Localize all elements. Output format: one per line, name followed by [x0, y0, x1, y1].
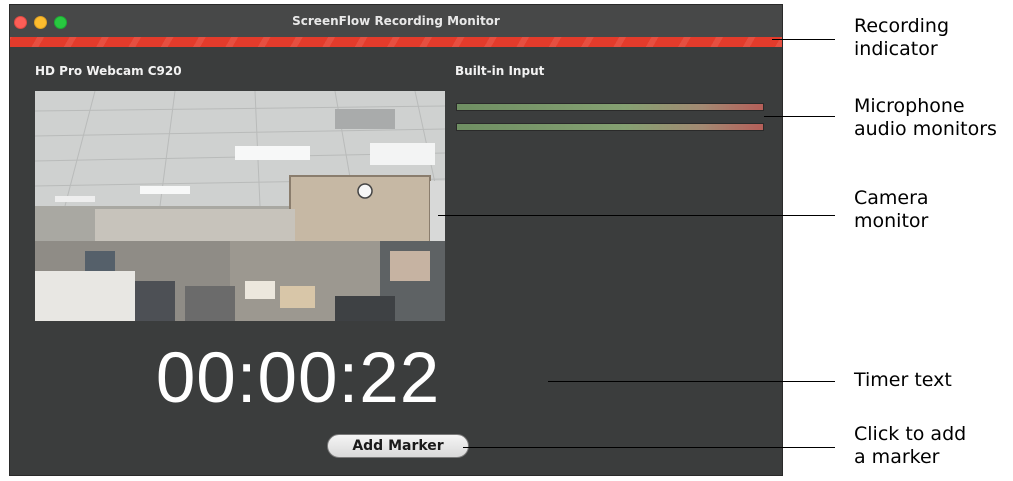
callout-text: Timer text — [854, 369, 952, 391]
callout-text: Recording — [854, 15, 950, 37]
audio-level-meter-left — [456, 103, 764, 111]
recording-monitor-window: ScreenFlow Recording Monitor HD Pro Webc… — [9, 4, 783, 476]
camera-monitor — [35, 91, 445, 321]
recording-indicator-bar — [10, 37, 782, 47]
audio-level-meter-right — [456, 123, 764, 131]
camera-feed-image — [35, 91, 445, 321]
callout-line-marker — [463, 447, 835, 448]
callout-text: Microphone — [854, 95, 965, 117]
callout-line-camera — [438, 215, 835, 216]
audio-input-label: Built-in Input — [455, 64, 545, 78]
title-bar[interactable]: ScreenFlow Recording Monitor — [10, 5, 782, 37]
callout-timer-text: Timer text — [854, 369, 952, 392]
callout-recording-indicator: Recording indicator — [854, 15, 949, 61]
camera-source-label: HD Pro Webcam C920 — [35, 64, 182, 78]
callout-text: a marker — [854, 446, 940, 468]
callout-add-marker: Click to add a marker — [854, 423, 966, 469]
callout-text: indicator — [854, 38, 938, 60]
callout-text: Camera — [854, 187, 929, 209]
callout-line-timer — [548, 381, 835, 382]
window-title: ScreenFlow Recording Monitor — [292, 14, 500, 28]
callout-text: audio monitors — [854, 118, 997, 140]
callout-line-microphone — [764, 116, 835, 117]
callout-camera-monitor: Camera monitor — [854, 187, 929, 233]
add-marker-button[interactable]: Add Marker — [327, 434, 469, 458]
callout-text: monitor — [854, 210, 929, 232]
callout-microphone-monitors: Microphone audio monitors — [854, 95, 997, 141]
recording-timer: 00:00:22 — [155, 339, 441, 418]
callout-text: Click to add — [854, 423, 967, 445]
callout-line-recording — [772, 39, 835, 40]
